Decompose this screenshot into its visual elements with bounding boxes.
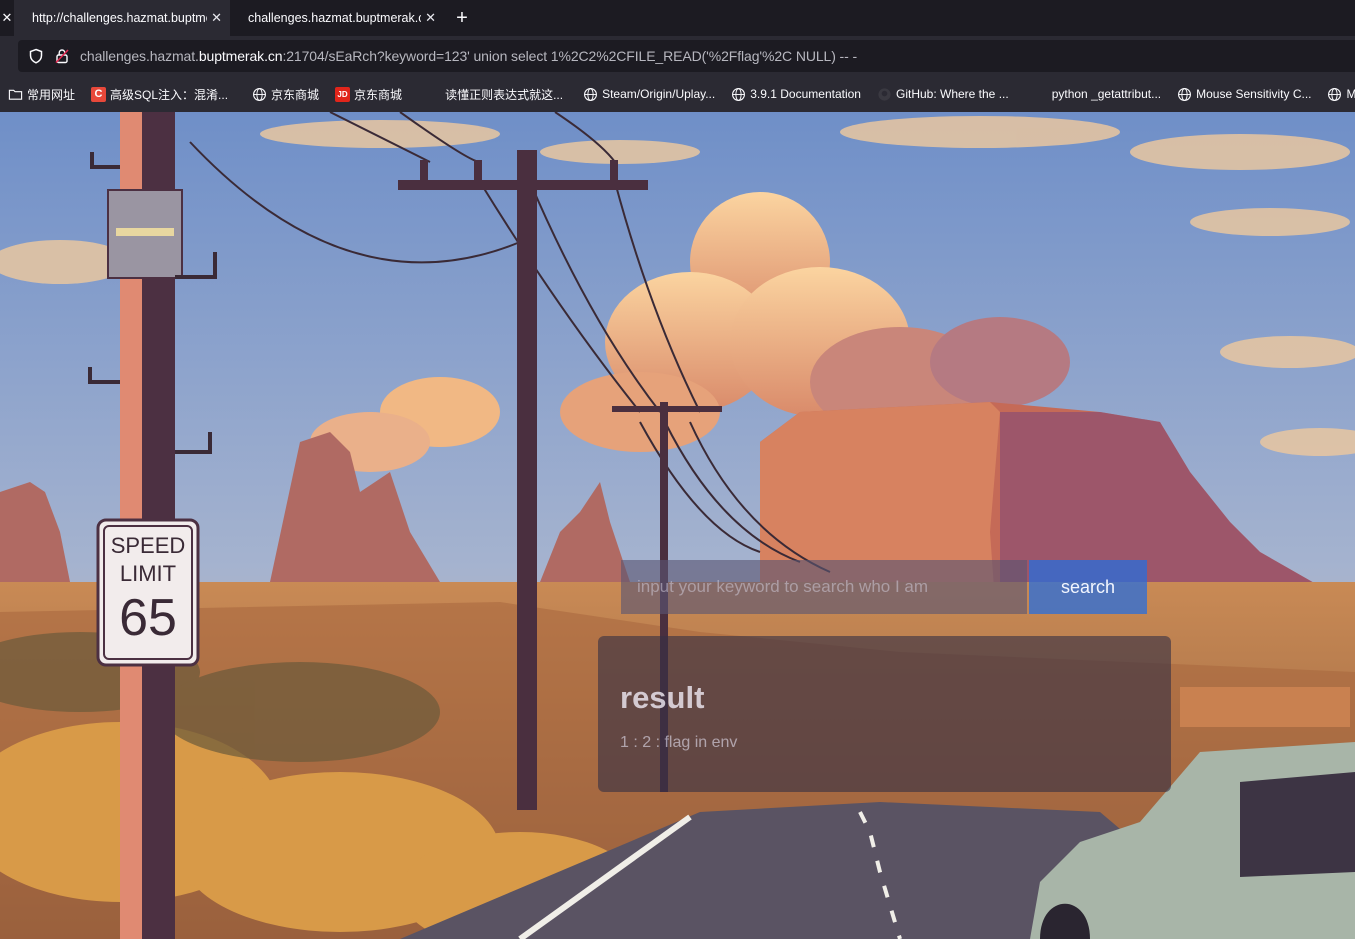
globe-icon bbox=[1178, 87, 1192, 101]
bookmark-label: Mous bbox=[1346, 87, 1355, 101]
url-text[interactable]: challenges.hazmat.buptmerak.cn:21704/sEa… bbox=[80, 48, 857, 64]
csdn-icon: C bbox=[91, 86, 107, 102]
result-panel: result 1 : 2 : flag in env bbox=[598, 636, 1171, 792]
url-path: :21704/sEaRch?keyword=123' union select … bbox=[282, 48, 858, 64]
bookmark-label: 京东商城 bbox=[354, 87, 403, 102]
tab-2[interactable]: challenges.hazmat.buptmerak.cn ✕ bbox=[230, 0, 444, 36]
bookmark-label: 常用网址 bbox=[27, 87, 76, 102]
address-bar[interactable]: challenges.hazmat.buptmerak.cn:21704/sEa… bbox=[18, 40, 1355, 72]
bookmark-item[interactable]: Steam/Origin/Uplay... bbox=[575, 81, 723, 107]
globe-icon bbox=[732, 87, 746, 101]
result-text: 1 : 2 : flag in env bbox=[620, 734, 738, 751]
url-host: buptmerak.cn bbox=[198, 48, 283, 64]
globe-icon bbox=[1328, 87, 1342, 101]
folder-icon bbox=[8, 89, 23, 100]
jd-icon: JD bbox=[335, 86, 351, 102]
bookmark-label: 京东商城 bbox=[271, 87, 320, 102]
blank-icon bbox=[426, 87, 441, 102]
bookmark-item[interactable]: JD 京东商城 bbox=[327, 81, 410, 107]
tab-title: http://challenges.hazmat.buptmerak.cn bbox=[32, 11, 207, 25]
bookmark-item[interactable]: Mouse Sensitivity C... bbox=[1169, 81, 1319, 107]
bookmark-label: python _getattribut... bbox=[1051, 87, 1162, 101]
sign-number: 65 bbox=[119, 589, 177, 647]
nav-bar: challenges.hazmat.buptmerak.cn:21704/sEa… bbox=[0, 36, 1355, 76]
github-icon bbox=[878, 87, 891, 101]
search-button[interactable]: search bbox=[1029, 560, 1147, 614]
tab-1[interactable]: http://challenges.hazmat.buptmerak.cn ✕ bbox=[14, 0, 230, 36]
desert-background-illustration bbox=[0, 112, 1355, 939]
url-host-prefix: challenges.hazmat. bbox=[80, 48, 199, 64]
bookmark-label: Mouse Sensitivity C... bbox=[1196, 87, 1312, 101]
blank-icon bbox=[1033, 87, 1048, 102]
bookmark-label: 高级SQL注入：混淆... bbox=[110, 87, 229, 102]
tab-bar: ✕ http://challenges.hazmat.buptmerak.cn … bbox=[0, 0, 1355, 36]
tab-close-icon[interactable]: ✕ bbox=[425, 10, 436, 26]
close-icon[interactable]: ✕ bbox=[0, 0, 14, 36]
page-content: SPEED LIMIT 65 search result 1 : 2 : fla… bbox=[0, 112, 1355, 939]
tracking-shield-icon[interactable] bbox=[28, 48, 44, 64]
insecure-lock-icon[interactable] bbox=[54, 48, 70, 64]
bookmark-label: 读懂正则表达式就这... bbox=[445, 87, 564, 102]
speed-limit-text: SPEED LIMIT 65 bbox=[98, 532, 198, 648]
sign-line-1: SPEED bbox=[110, 533, 186, 558]
bookmarks-bar: 常用网址 C 高级SQL注入：混淆... 京东商城 JD 京东商城 读懂正则表达… bbox=[0, 76, 1355, 112]
bookmark-item[interactable]: Mous bbox=[1319, 81, 1355, 107]
search-input[interactable] bbox=[621, 560, 1027, 614]
sign-line-2: LIMIT bbox=[119, 561, 177, 586]
bookmark-item[interactable]: 读懂正则表达式就这... bbox=[418, 81, 571, 107]
tab-close-icon[interactable]: ✕ bbox=[211, 10, 222, 26]
bookmark-label: Steam/Origin/Uplay... bbox=[602, 87, 716, 101]
globe-icon bbox=[253, 87, 267, 101]
bookmark-item[interactable]: 3.9.1 Documentation bbox=[723, 81, 869, 107]
new-tab-icon[interactable]: + bbox=[444, 0, 480, 36]
globe-icon bbox=[584, 87, 598, 101]
bookmark-label: 3.9.1 Documentation bbox=[750, 87, 861, 101]
bookmark-label: GitHub: Where the ... bbox=[895, 87, 1009, 101]
tab-title: challenges.hazmat.buptmerak.cn bbox=[248, 11, 422, 25]
bookmark-item[interactable]: GitHub: Where the ... bbox=[869, 81, 1017, 107]
bookmark-item[interactable]: C 高级SQL注入：混淆... bbox=[83, 81, 236, 107]
bookmark-item[interactable]: 京东商城 bbox=[244, 81, 327, 107]
bookmark-item[interactable]: 常用网址 bbox=[0, 81, 83, 107]
bookmark-item[interactable]: python _getattribut... bbox=[1025, 81, 1169, 107]
result-title: result bbox=[620, 680, 705, 715]
